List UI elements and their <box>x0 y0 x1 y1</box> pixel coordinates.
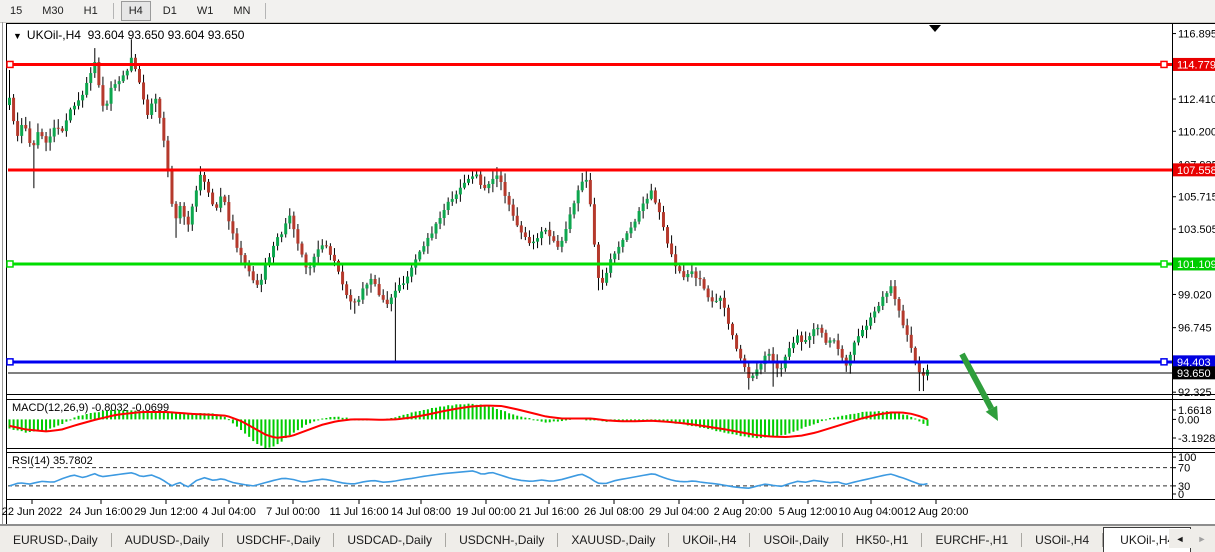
tab-scroll-left-icon[interactable]: ◄ <box>1176 534 1185 544</box>
time-axis-label: 14 Jul 08:00 <box>391 506 451 518</box>
macd-histogram <box>9 404 929 448</box>
macd-axis-label: 0.00 <box>1178 414 1199 426</box>
hline-handle[interactable] <box>1161 261 1167 267</box>
macd-axis-label: -3.1928 <box>1178 433 1215 445</box>
tab-scroll-right-icon[interactable]: ► <box>1198 534 1207 544</box>
price-tick-label: 110.200 <box>1178 126 1215 138</box>
price-tick-label: 103.505 <box>1178 224 1215 236</box>
time-axis-label: 29 Jul 04:00 <box>649 506 709 518</box>
hline-handle[interactable] <box>7 359 13 365</box>
chart-tab-eurchf-h1[interactable]: EURCHF-,H1 <box>922 529 1021 551</box>
chart-tab-xauusd-daily[interactable]: XAUUSD-,Daily <box>558 529 668 551</box>
price-tick-label: 105.715 <box>1178 192 1215 204</box>
price-tick-label: 99.020 <box>1178 289 1212 301</box>
price-tick-label: 112.410 <box>1178 94 1215 106</box>
price-tick-label: 92.325 <box>1178 387 1212 399</box>
chart-tab-eurusd-daily[interactable]: EURUSD-,Daily <box>0 529 111 551</box>
time-axis-label: 21 Jul 16:00 <box>519 506 579 518</box>
rsi-axis-label: 70 <box>1178 463 1190 475</box>
time-axis-label: 26 Jul 08:00 <box>584 506 644 518</box>
time-axis-label: 24 Jun 16:00 <box>69 506 133 518</box>
time-axis-label: 12 Aug 20:00 <box>904 506 969 518</box>
rsi-axis-label: 0 <box>1178 489 1184 501</box>
time-axis-label: 11 Jul 16:00 <box>329 506 388 518</box>
chart-tab-usdcad-daily[interactable]: USDCAD-,Daily <box>334 529 445 551</box>
price-label-text: 107.558 <box>1177 165 1215 177</box>
time-axis-label: 10 Aug 04:00 <box>839 506 904 518</box>
price-label-text: 114.779 <box>1177 59 1215 71</box>
chart-tab-ukoil-h4[interactable]: UKOil-,H4 <box>669 529 749 551</box>
chart-tab-audusd-daily[interactable]: AUDUSD-,Daily <box>112 529 223 551</box>
chart-tab-usoil-daily[interactable]: USOil-,Daily <box>750 529 841 551</box>
chart-tab-usoil-h4[interactable]: USOil-,H4 <box>1022 529 1102 551</box>
hline-handle[interactable] <box>7 61 13 67</box>
price-tick-label: 116.895 <box>1178 29 1215 41</box>
chart-tab-hk50-h1[interactable]: HK50-,H1 <box>843 529 922 551</box>
hline-handle[interactable] <box>1161 61 1167 67</box>
time-axis-label: 5 Aug 12:00 <box>779 506 838 518</box>
candlesticks <box>8 39 929 391</box>
price-label-text: 101.109 <box>1177 259 1215 271</box>
chart-tab-usdcnh-daily[interactable]: USDCNH-,Daily <box>446 529 557 551</box>
chart-tab-usdchf-daily[interactable]: USDCHF-,Daily <box>223 529 333 551</box>
time-axis-label: 19 Jul 00:00 <box>456 506 516 518</box>
tab-scroll-buttons: ◄ ► <box>1169 529 1213 548</box>
price-tick-label: 96.745 <box>1178 323 1212 335</box>
mt4-chart-window: 15M30H1H4D1W1MN ▼UKOil-,H4 93.604 93.650… <box>0 0 1215 552</box>
price-label-text: 93.650 <box>1177 368 1211 380</box>
chart-canvas: 116.895112.410110.200107.935105.715103.5… <box>0 0 1215 552</box>
rsi-line <box>10 471 928 488</box>
hline-handle[interactable] <box>1161 359 1167 365</box>
time-axis-label: 7 Jul 00:00 <box>266 506 320 518</box>
time-axis-label: 4 Jul 04:00 <box>202 506 256 518</box>
time-axis-label: 2 Aug 20:00 <box>714 506 773 518</box>
time-axis-label: 29 Jun 12:00 <box>134 506 198 518</box>
chart-tab-bar: EURUSD-,DailyAUDUSD-,DailyUSDCHF-,DailyU… <box>0 525 1215 552</box>
current-bar-marker-icon <box>929 25 941 32</box>
time-axis[interactable]: 22 Jun 202224 Jun 16:0029 Jun 12:004 Jul… <box>7 500 1173 524</box>
time-axis-label: 22 Jun 2022 <box>2 506 63 518</box>
hline-handle[interactable] <box>7 261 13 267</box>
